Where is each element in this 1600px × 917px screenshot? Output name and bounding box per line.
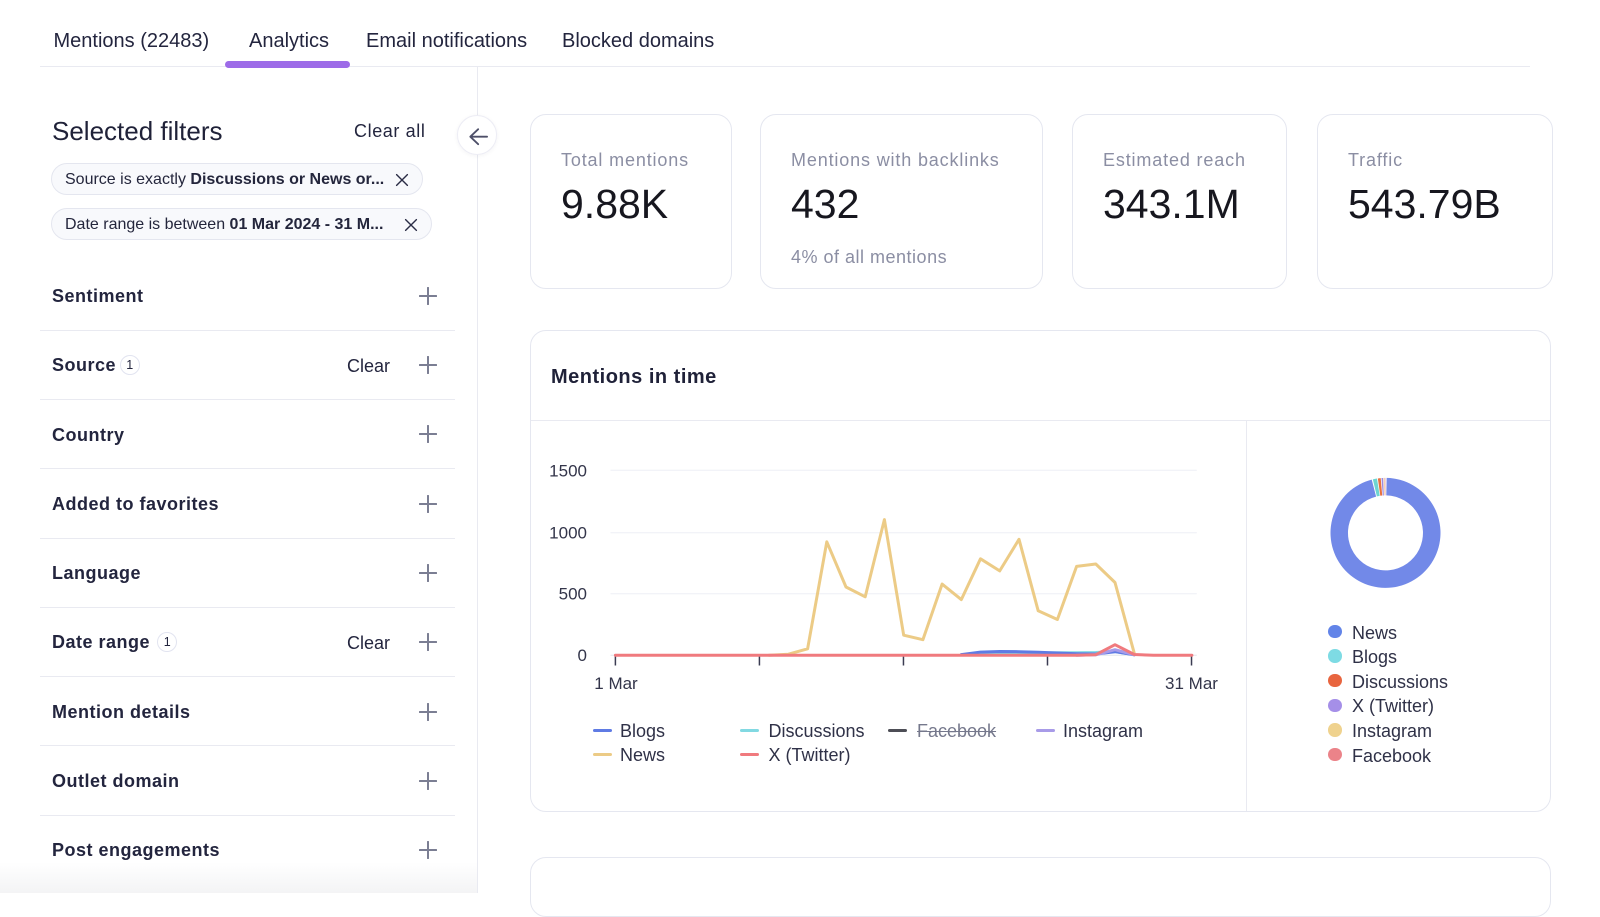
svg-text:1500: 1500: [549, 461, 587, 480]
svg-text:500: 500: [559, 585, 587, 604]
svg-text:31 Mar: 31 Mar: [1165, 674, 1218, 693]
svg-text:1000: 1000: [549, 524, 587, 543]
svg-text:1 Mar: 1 Mar: [594, 674, 638, 693]
svg-text:0: 0: [578, 646, 587, 665]
